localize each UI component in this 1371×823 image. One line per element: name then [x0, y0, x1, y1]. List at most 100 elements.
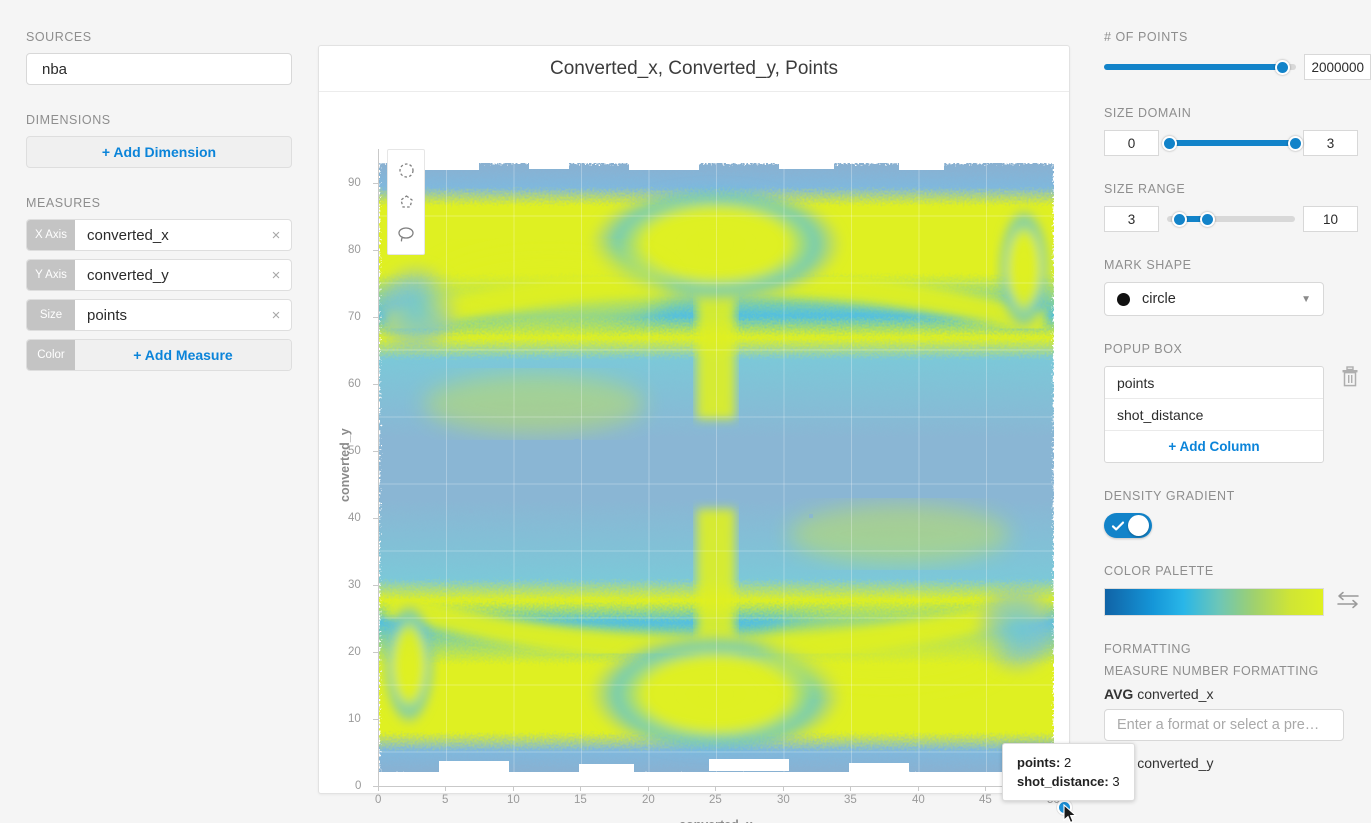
color-palette-bar[interactable] [1104, 588, 1324, 616]
app-root: SOURCES nba DIMENSIONS + Add Dimension M… [0, 0, 1371, 823]
size-range-slider[interactable] [1167, 211, 1295, 227]
size-domain-slider-knob-min[interactable] [1162, 135, 1178, 151]
y-tick-label: 70 [348, 311, 361, 323]
y-tick-mark [373, 719, 378, 720]
remove-measure-x-axis-icon[interactable]: × [261, 220, 291, 250]
size-range-slider-knob-max[interactable] [1200, 211, 1216, 227]
mark-shape-value: circle [1142, 291, 1176, 307]
lasso-select-icon[interactable] [388, 218, 424, 250]
popup-column-points[interactable]: points [1105, 367, 1323, 399]
chevron-down-icon[interactable]: ▼ [1301, 294, 1311, 305]
x-tick-label: 10 [507, 794, 520, 806]
scatter-plot-canvas[interactable] [379, 149, 1054, 786]
measure-value-y-axis[interactable]: converted_y [75, 260, 261, 290]
y-axis-title: converted_y [338, 428, 352, 502]
x-tick-label: 20 [642, 794, 655, 806]
size-domain-max-input[interactable]: 3 [1303, 130, 1358, 156]
y-tick-mark [373, 183, 378, 184]
mouse-cursor-icon [1063, 804, 1077, 823]
measure-row-x-axis[interactable]: X Axis converted_x × [26, 219, 292, 251]
y-tick-mark [373, 384, 378, 385]
x-tick-label: 15 [574, 794, 587, 806]
y-tick-mark [373, 451, 378, 452]
y-tick-label: 40 [348, 512, 361, 524]
tooltip-value-shot-distance: 3 [1112, 774, 1120, 789]
mark-shape-select[interactable]: circle ▼ [1104, 282, 1324, 316]
color-palette-row [1104, 588, 1371, 616]
tooltip-key-points: points: [1017, 755, 1061, 770]
y-tick-label: 30 [348, 579, 361, 591]
format-measure-converted-x: AVG converted_x [1104, 686, 1371, 702]
y-tick-label: 10 [348, 713, 361, 725]
measure-row-size[interactable]: Size points × [26, 299, 292, 331]
dimensions-label: DIMENSIONS [26, 113, 111, 127]
x-tick-label: 5 [442, 794, 449, 806]
tooltip-row-points: points: 2 [1017, 753, 1120, 772]
circle-shape-icon [1117, 292, 1130, 306]
tooltip-value-points: 2 [1063, 755, 1072, 770]
format-measure-name-x: converted_x [1137, 686, 1214, 702]
add-dimension-button[interactable]: + Add Dimension [26, 136, 292, 168]
delete-popup-box-icon[interactable] [1341, 366, 1359, 392]
density-gradient-toggle[interactable] [1104, 513, 1152, 538]
x-tick-label: 0 [375, 794, 382, 806]
y-axis-line [378, 149, 379, 786]
size-domain-slider-row: 0 3 [1104, 130, 1371, 156]
size-range-min-input[interactable]: 3 [1104, 206, 1159, 232]
y-tick-label: 0 [355, 780, 362, 792]
size-domain-label: SIZE DOMAIN [1104, 106, 1192, 120]
chart-card: Converted_x, Converted_y, Points 0 10 20… [318, 45, 1135, 823]
measure-value-x-axis[interactable]: converted_x [75, 220, 261, 250]
measure-number-formatting-label: MEASURE NUMBER FORMATTING [1104, 664, 1319, 678]
size-range-slider-knob-min[interactable] [1172, 211, 1188, 227]
num-points-slider-fill [1104, 64, 1283, 70]
y-tick-mark [373, 585, 378, 586]
size-range-max-input[interactable]: 10 [1303, 206, 1358, 232]
swap-palette-icon[interactable] [1336, 590, 1360, 615]
source-input[interactable]: nba [26, 53, 292, 85]
measure-value-size[interactable]: points [75, 300, 261, 330]
size-domain-min-input[interactable]: 0 [1104, 130, 1159, 156]
x-tick-mark [513, 786, 514, 791]
size-range-slider-row: 3 10 [1104, 206, 1371, 232]
polygon-select-icon[interactable] [388, 186, 424, 218]
num-points-slider[interactable] [1104, 59, 1297, 75]
x-tick-label: 35 [844, 794, 857, 806]
measure-tag-x-axis: X Axis [27, 220, 75, 250]
x-axis-title: converted_x [679, 818, 753, 823]
x-tick-label: 25 [709, 794, 722, 806]
y-tick-mark [373, 652, 378, 653]
num-points-value[interactable]: 2000000 [1304, 54, 1371, 80]
mark-shape-label: MARK SHAPE [1104, 258, 1192, 272]
y-tick-mark [373, 317, 378, 318]
tooltip-row-shot-distance: shot_distance: 3 [1017, 772, 1120, 791]
x-tick-mark [783, 786, 784, 791]
point-tooltip: points: 2 shot_distance: 3 [1002, 743, 1135, 801]
add-measure-button[interactable]: + Add Measure [75, 340, 291, 370]
format-measure-converted-y: AVG converted_y [1104, 755, 1371, 771]
density-scatter-svg [379, 149, 1054, 786]
x-tick-label: 40 [912, 794, 925, 806]
x-tick-mark [648, 786, 649, 791]
remove-measure-size-icon[interactable]: × [261, 300, 291, 330]
size-domain-slider-knob-max[interactable] [1287, 135, 1303, 151]
measure-tag-color: Color [27, 340, 75, 370]
format-measure-name-y: converted_y [1137, 755, 1214, 771]
plot-wrapper: 0 10 20 30 40 50 60 70 80 90 0 5 10 15 2… [319, 92, 1135, 823]
add-column-button[interactable]: + Add Column [1105, 431, 1323, 462]
measure-row-color[interactable]: Color + Add Measure [26, 339, 292, 371]
measure-tag-size: Size [27, 300, 75, 330]
size-domain-slider[interactable] [1162, 135, 1303, 151]
popup-column-shot-distance[interactable]: shot_distance [1105, 399, 1323, 431]
measure-row-y-axis[interactable]: Y Axis converted_y × [26, 259, 292, 291]
color-palette-label: COLOR PALETTE [1104, 564, 1214, 578]
right-config-panel: # OF POINTS 2000000 SIZE DOMAIN 0 3 SIZE… [1090, 0, 1371, 823]
format-input-converted-x[interactable] [1104, 709, 1344, 741]
x-tick-mark [985, 786, 986, 791]
x-tick-mark [918, 786, 919, 791]
remove-measure-y-axis-icon[interactable]: × [261, 260, 291, 290]
num-points-slider-knob[interactable] [1275, 59, 1291, 75]
y-tick-label: 90 [348, 177, 361, 189]
left-config-panel: SOURCES nba DIMENSIONS + Add Dimension M… [0, 0, 318, 823]
circle-select-icon[interactable] [388, 154, 424, 186]
